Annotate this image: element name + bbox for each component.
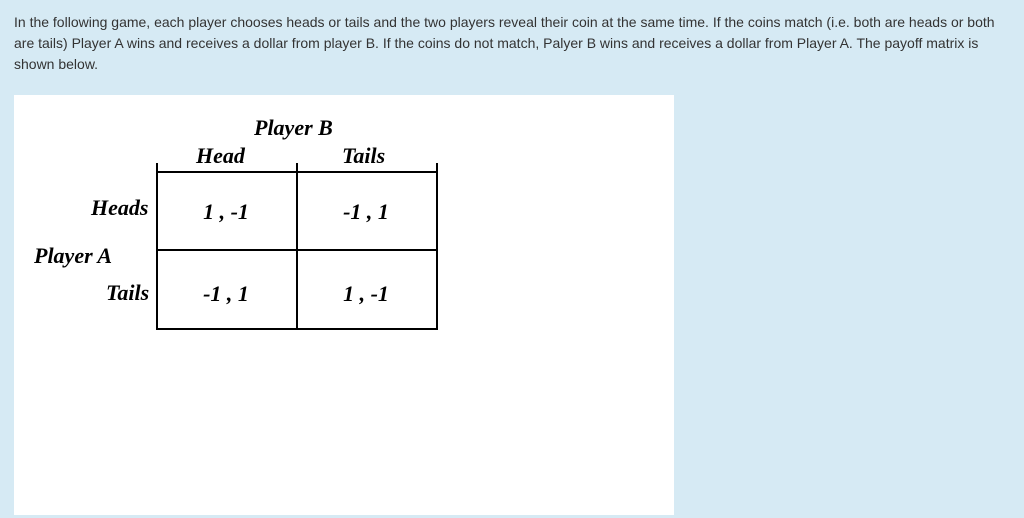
- question-text: In the following game, each player choos…: [14, 12, 1010, 75]
- payoff-cell-tails-head: -1 , 1: [156, 281, 296, 307]
- column-header-head: Head: [196, 143, 245, 169]
- row-header-tails: Tails: [106, 280, 149, 306]
- player-a-label: Player A: [34, 243, 112, 269]
- payoff-cell-tails-tails: 1 , -1: [296, 281, 436, 307]
- payoff-grid: 1 , -1 -1 , 1 -1 , 1 1 , -1: [156, 169, 436, 324]
- column-header-tails: Tails: [342, 143, 385, 169]
- grid-line: [156, 328, 438, 330]
- row-header-heads: Heads: [91, 195, 148, 221]
- player-b-label: Player B: [254, 115, 333, 141]
- grid-line: [436, 163, 438, 330]
- payoff-cell-heads-head: 1 , -1: [156, 199, 296, 225]
- payoff-cell-heads-tails: -1 , 1: [296, 199, 436, 225]
- payoff-matrix-figure: Player B Head Tails Player A Heads Tails…: [14, 95, 674, 515]
